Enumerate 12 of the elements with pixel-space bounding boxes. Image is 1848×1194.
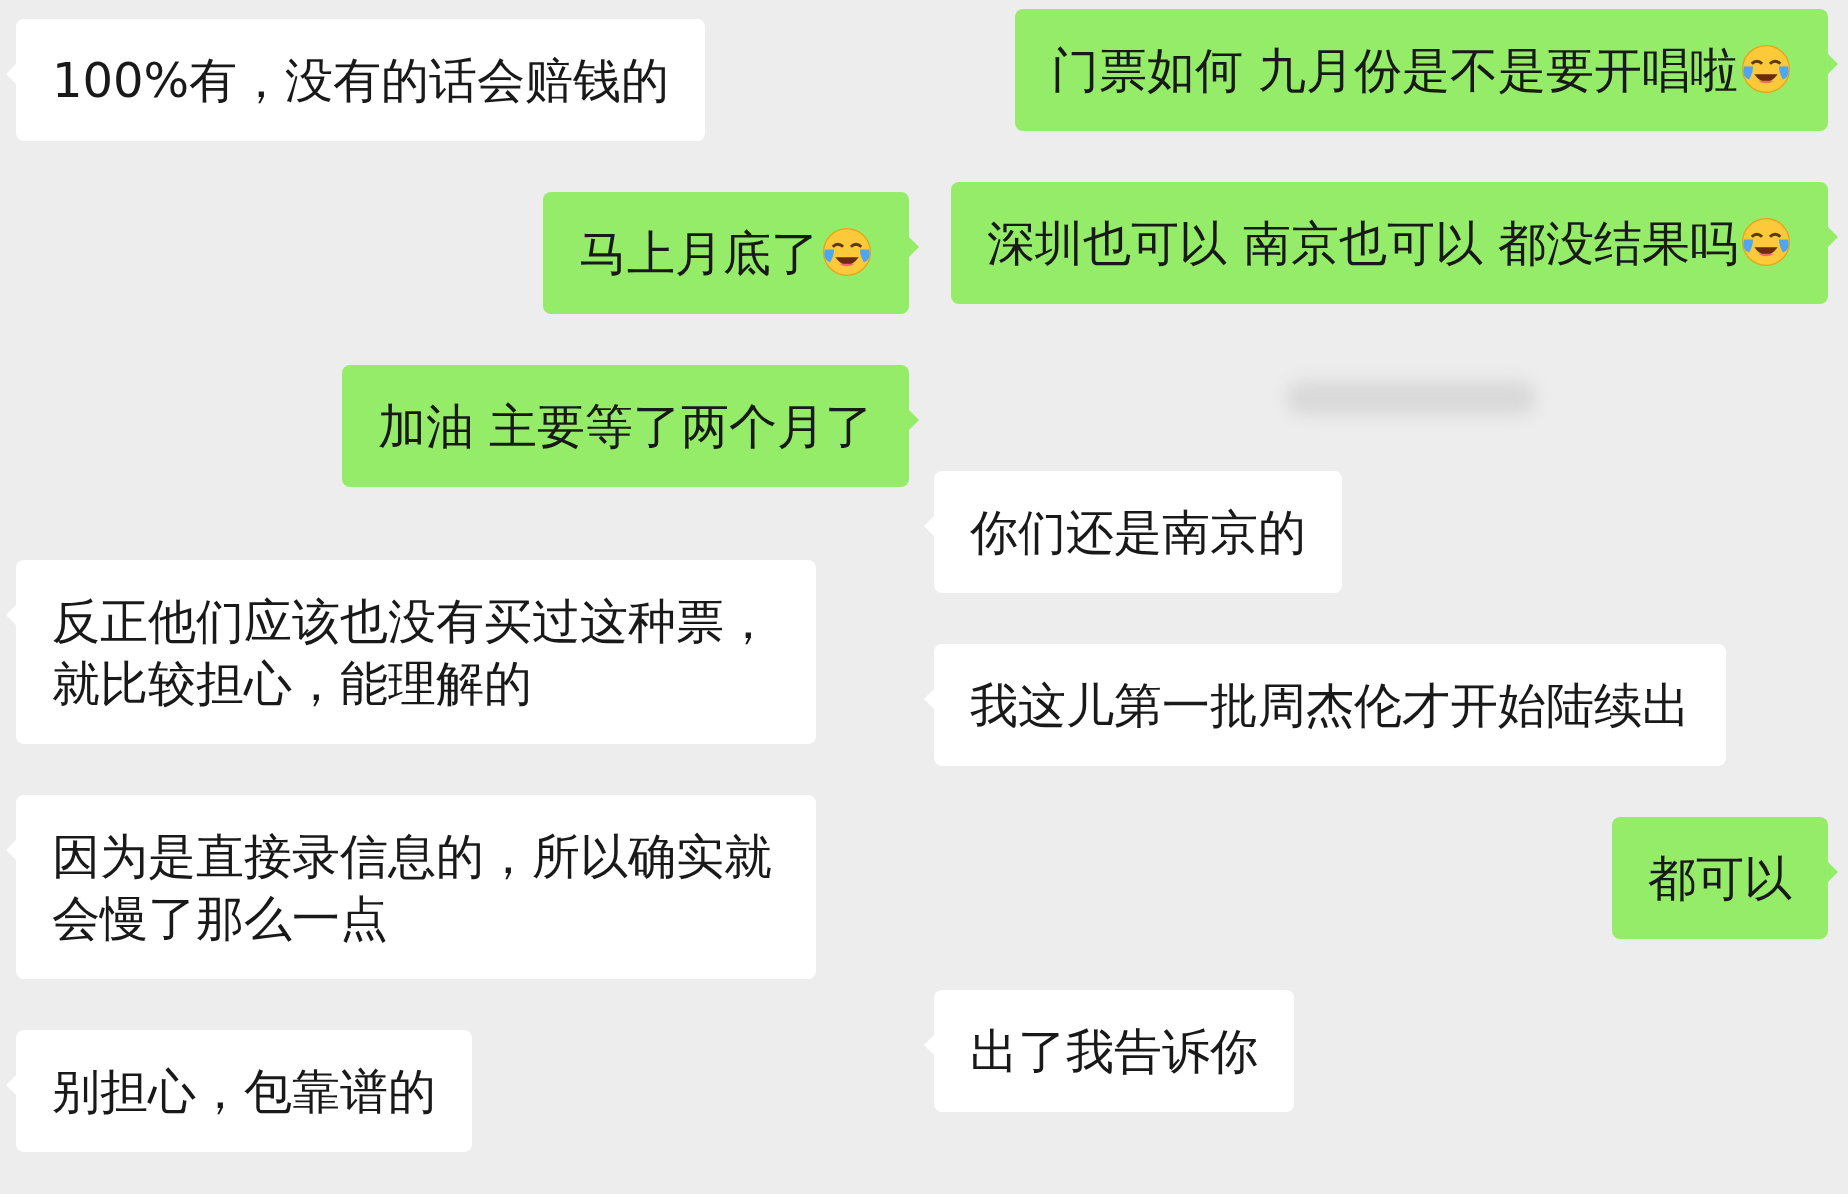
message-text: 我这儿第一批周杰伦才开始陆续出 [970, 677, 1690, 733]
message-text: 你们还是南京的 [970, 504, 1306, 560]
message-text: 反正他们应该也没有买过这种票，就比较担心，能理解的 [52, 593, 772, 711]
message-text: 门票如何 九月份是不是要开唱啦 [1050, 42, 1738, 98]
message-text: 出了我告诉你 [970, 1023, 1258, 1079]
message-text: 加油 主要等了两个月了 [377, 398, 873, 454]
message-text: 因为是直接录信息的，所以确实就会慢了那么一点 [52, 828, 772, 946]
message-text: 100%有，没有的话会赔钱的 [52, 52, 670, 108]
message-text: 别担心，包靠谱的 [52, 1063, 436, 1119]
message-text: 马上月底了 [579, 225, 819, 281]
message-text: 深圳也可以 南京也可以 都没结果吗 [987, 215, 1738, 271]
message-text: 都可以 [1648, 850, 1792, 906]
